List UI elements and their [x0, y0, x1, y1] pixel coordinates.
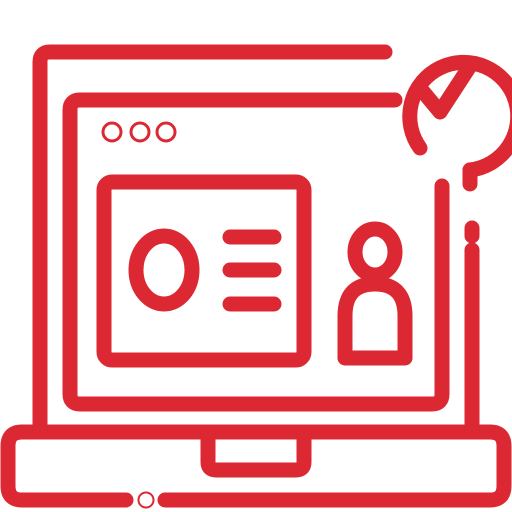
laptop-trackpad-notch: [200, 430, 312, 478]
online-identity-verification-icon: [0, 44, 512, 509]
user-silhouette-icon: [337, 221, 413, 366]
user-body: [337, 276, 413, 366]
id-card-icon: [96, 174, 312, 368]
laptop-base-dot: [137, 491, 155, 509]
window-dot-2: [129, 121, 151, 143]
window-dot-1: [101, 121, 123, 143]
user-head: [347, 221, 403, 283]
window-dot-3: [155, 121, 177, 143]
check-badge-icon: [402, 54, 512, 192]
icon-canvas: [0, 0, 512, 512]
id-card-photo: [128, 228, 200, 312]
laptop-lid-outline: [32, 44, 393, 440]
